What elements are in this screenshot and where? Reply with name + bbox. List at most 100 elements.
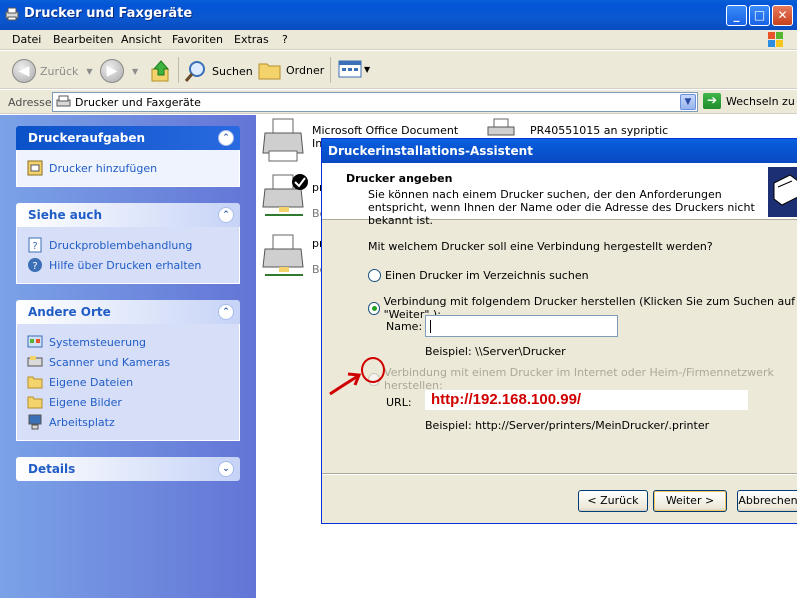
chevron-down-icon: ▼ bbox=[684, 97, 692, 107]
radio-circle[interactable] bbox=[368, 269, 381, 282]
help-page-icon: ? bbox=[28, 237, 42, 253]
radio-circle[interactable] bbox=[368, 301, 380, 315]
printer-name[interactable]: PR40551015 an sypriptic bbox=[530, 124, 668, 137]
menu-extras[interactable]: Extras bbox=[234, 33, 269, 46]
link-scanners[interactable]: Scanner und Kameras bbox=[27, 352, 239, 372]
link-troubleshoot[interactable]: ? Druckproblembehandlung bbox=[27, 235, 239, 255]
name-input[interactable] bbox=[425, 315, 618, 337]
menu-bearbeiten[interactable]: Bearbeiten bbox=[53, 33, 113, 46]
next-button[interactable]: Weiter > bbox=[653, 490, 727, 512]
menu-favoriten[interactable]: Favoriten bbox=[172, 33, 223, 46]
dialog-title-bar[interactable]: Druckerinstallations-Assistent bbox=[322, 139, 797, 163]
printer-folder-icon bbox=[56, 95, 71, 107]
radio-search-directory[interactable]: Einen Drucker im Verzeichnis suchen bbox=[368, 269, 589, 282]
menu-help[interactable]: ? bbox=[282, 33, 288, 46]
panel-title: Druckeraufgaben bbox=[28, 131, 146, 145]
minimize-icon: _ bbox=[733, 8, 740, 22]
back-wizard-button[interactable]: < Zurück bbox=[578, 490, 648, 512]
url-label: URL: bbox=[386, 396, 412, 409]
folders-label: Ordner bbox=[286, 63, 325, 77]
link-label: Druckproblembehandlung bbox=[49, 238, 193, 252]
svg-text:?: ? bbox=[32, 241, 37, 252]
views-button[interactable]: ▼ bbox=[338, 59, 370, 79]
panel-header[interactable]: Details ⌄ bbox=[16, 457, 240, 481]
close-button[interactable]: ✕ bbox=[772, 5, 793, 26]
link-my-computer[interactable]: Arbeitsplatz bbox=[27, 412, 239, 432]
panel-header[interactable]: Siehe auch ⌃ bbox=[16, 203, 240, 227]
link-add-printer[interactable]: Drucker hinzufügen bbox=[27, 158, 239, 178]
header-description: Sie können nach einem Drucker suchen, de… bbox=[368, 188, 755, 227]
address-input[interactable]: Drucker und Faxgeräte ▼ bbox=[52, 92, 698, 112]
annotation-arrow-icon bbox=[329, 372, 362, 396]
folder-icon bbox=[27, 376, 43, 389]
panel-body: Systemsteuerung Scanner und Kameras Eige… bbox=[16, 324, 240, 441]
button-label: Weiter > bbox=[665, 494, 715, 507]
printer-name[interactable]: Microsoft Office Document bbox=[312, 124, 458, 137]
window-title: Drucker und Faxgeräte bbox=[24, 6, 193, 21]
computer-icon bbox=[28, 414, 42, 430]
forward-arrow-icon: ▶ bbox=[100, 59, 124, 83]
folders-button[interactable]: Ordner bbox=[258, 59, 324, 81]
collapse-icon[interactable]: ⌃ bbox=[218, 207, 234, 223]
panel-title: Andere Orte bbox=[28, 305, 111, 319]
expand-icon[interactable]: ⌄ bbox=[218, 461, 234, 477]
question-text: Mit welchem Drucker soll eine Verbindung… bbox=[368, 240, 713, 253]
up-folder-button[interactable] bbox=[150, 59, 172, 83]
up-folder-icon bbox=[151, 60, 170, 82]
search-button[interactable]: Suchen bbox=[184, 59, 253, 83]
radio-connect-internet[interactable]: Verbindung mit einem Drucker im Internet… bbox=[368, 366, 797, 392]
link-label: Hilfe über Drucken erhalten bbox=[49, 258, 202, 272]
views-icon bbox=[338, 60, 362, 78]
menu-ansicht[interactable]: Ansicht bbox=[121, 33, 162, 46]
window-title-bar[interactable]: Drucker und Faxgeräte _ □ ✕ bbox=[0, 0, 797, 30]
panel-other-places: Andere Orte ⌃ Systemsteuerung Scanner un… bbox=[16, 300, 240, 441]
printer-icon[interactable] bbox=[261, 117, 307, 163]
dialog-header: Drucker angeben Sie können nach einem Dr… bbox=[322, 163, 797, 227]
forward-button[interactable]: ▶ ▼ bbox=[100, 59, 138, 83]
maximize-button[interactable]: □ bbox=[749, 5, 770, 26]
link-label: Arbeitsplatz bbox=[49, 415, 115, 429]
panel-details: Details ⌄ bbox=[16, 457, 240, 481]
go-label: Wechseln zu bbox=[726, 94, 795, 108]
address-bar: Adresse Drucker und Faxgeräte ▼ ➔ Wechse… bbox=[0, 90, 797, 114]
maximize-icon: □ bbox=[753, 8, 766, 22]
button-label: < Zurück bbox=[587, 494, 639, 507]
wizard-printer-icon bbox=[768, 167, 797, 217]
panel-title: Details bbox=[28, 462, 76, 476]
link-control-panel[interactable]: Systemsteuerung bbox=[27, 332, 239, 352]
link-my-documents[interactable]: Eigene Dateien bbox=[27, 372, 239, 392]
menu-datei[interactable]: Datei bbox=[12, 33, 41, 46]
address-label: Adresse bbox=[8, 96, 52, 109]
panel-body: ? Druckproblembehandlung ? Hilfe über Dr… bbox=[16, 227, 240, 284]
dialog-title: Druckerinstallations-Assistent bbox=[328, 144, 533, 158]
link-printing-help[interactable]: ? Hilfe über Drucken erhalten bbox=[27, 255, 239, 275]
printer-icon[interactable] bbox=[486, 117, 516, 137]
collapse-icon[interactable]: ⌃ bbox=[218, 130, 234, 146]
panel-header[interactable]: Druckeraufgaben ⌃ bbox=[16, 126, 240, 150]
menu-bar: Datei Bearbeiten Ansicht Favoriten Extra… bbox=[0, 30, 797, 50]
minimize-button[interactable]: _ bbox=[726, 5, 747, 26]
link-my-pictures[interactable]: Eigene Bilder bbox=[27, 392, 239, 412]
url-input[interactable]: http://192.168.100.99/ bbox=[425, 390, 748, 410]
back-button[interactable]: ◀ Zurück ▼ bbox=[12, 59, 93, 83]
task-pane: Druckeraufgaben ⌃ Drucker hinzufügen Sie… bbox=[0, 115, 256, 598]
collapse-icon[interactable]: ⌃ bbox=[218, 304, 234, 320]
address-dropdown-button[interactable]: ▼ bbox=[680, 94, 696, 110]
text-cursor bbox=[430, 319, 431, 333]
link-label: Eigene Bilder bbox=[49, 395, 122, 409]
go-button[interactable]: ➔ Wechseln zu bbox=[703, 93, 795, 109]
printer-wizard-dialog: Druckerinstallations-Assistent Drucker a… bbox=[321, 138, 797, 524]
svg-text:?: ? bbox=[32, 261, 37, 272]
go-arrow-icon: ➔ bbox=[703, 93, 721, 109]
header-title: Drucker angeben bbox=[346, 172, 453, 185]
network-printer-icon[interactable] bbox=[261, 233, 307, 279]
annotation-circle bbox=[361, 357, 385, 383]
panel-header[interactable]: Andere Orte ⌃ bbox=[16, 300, 240, 324]
cancel-button[interactable]: Abbrechen bbox=[737, 490, 797, 512]
radio-label: Verbindung mit einem Drucker im Internet… bbox=[384, 366, 774, 392]
back-arrow-icon: ◀ bbox=[12, 59, 36, 83]
search-icon bbox=[184, 61, 205, 82]
dialog-separator bbox=[322, 473, 797, 475]
radio-label: Einen Drucker im Verzeichnis suchen bbox=[385, 269, 589, 282]
name-example: Beispiel: \\Server\Drucker bbox=[425, 345, 566, 358]
